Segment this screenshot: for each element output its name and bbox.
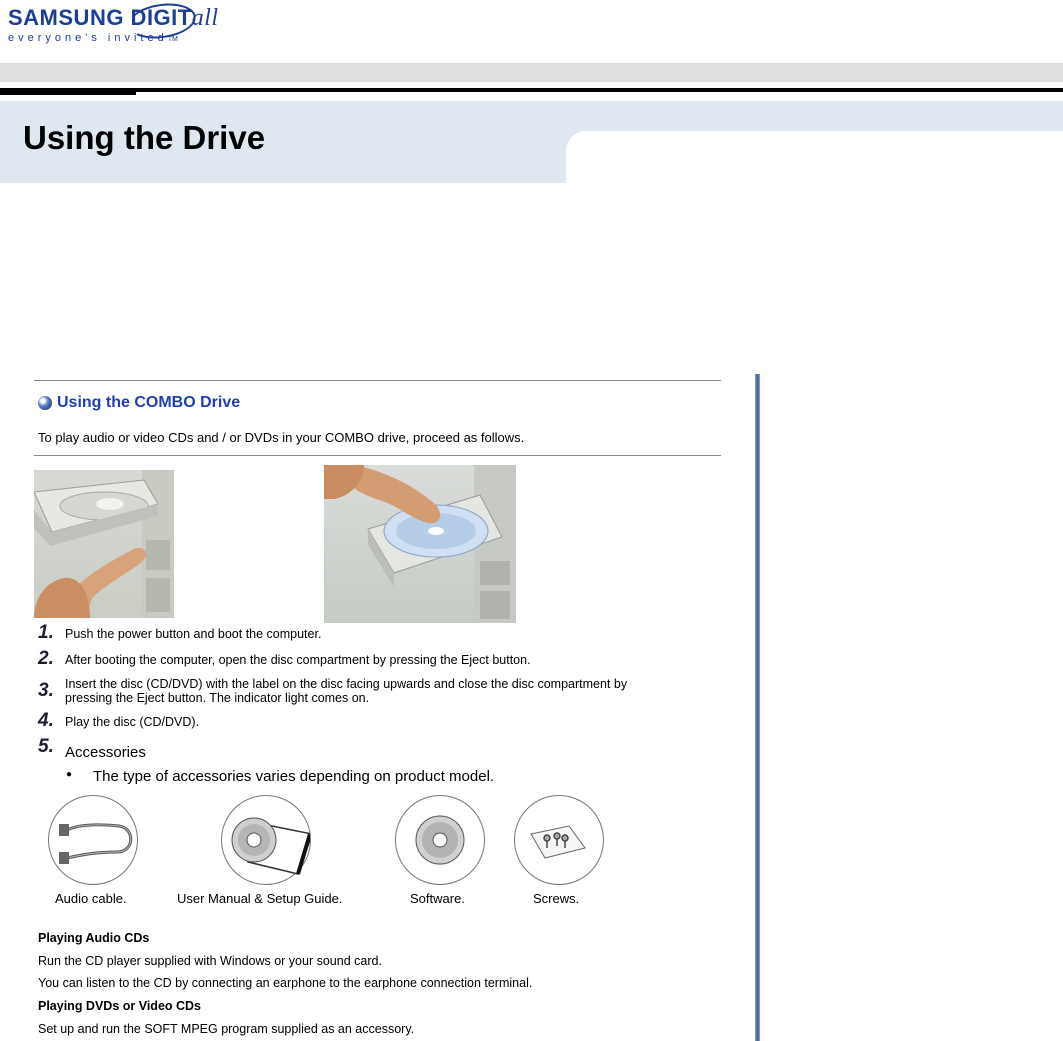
audio-cd-heading: Playing Audio CDs: [38, 931, 150, 945]
side-rule: [755, 374, 760, 1041]
step-1: 1. Push the power button and boot the co…: [38, 622, 718, 644]
section-title: Using the COMBO Drive: [57, 394, 241, 411]
bullet-ball-icon: [38, 396, 52, 410]
section-divider-bottom: [34, 455, 721, 456]
audio-cable-icon: [48, 795, 138, 885]
header-divider: [0, 88, 1063, 92]
step-3: 3. Insert the disc (CD/DVD) with the lab…: [38, 677, 718, 710]
accessory-label-screws: Screws.: [533, 891, 580, 906]
eject-button-photo: [34, 470, 174, 618]
accessory-label-audio-cable: Audio cable.: [55, 891, 127, 906]
step-number: 1.: [38, 622, 54, 643]
step-text: Insert the disc (CD/DVD) with the label …: [65, 677, 628, 691]
step-text: After booting the computer, open the dis…: [65, 653, 531, 667]
accessory-label-software: Software.: [410, 891, 465, 906]
title-banner-cutout: [566, 131, 1063, 183]
cd-manual-icon: [221, 795, 313, 885]
step-number: 3.: [38, 680, 54, 701]
video-cd-heading: Playing DVDs or Video CDs: [38, 999, 202, 1013]
section-intro: To play audio or video CDs and / or DVDs…: [38, 430, 525, 445]
page-title: Using the Drive: [23, 119, 266, 156]
step-4: 4. Play the disc (CD/DVD).: [38, 710, 718, 732]
step-text: Push the power button and boot the compu…: [65, 627, 322, 641]
accessories-note: The type of accessories varies depending…: [93, 768, 495, 785]
step-text: Play the disc (CD/DVD).: [65, 715, 200, 729]
bullet-dot-icon: ●: [66, 769, 73, 780]
step-number: 4.: [38, 710, 54, 731]
step-number: 5.: [38, 736, 54, 757]
samsung-logo: SAMSUNG DIGITall everyone's invitedTM: [8, 0, 219, 44]
audio-cd-line-2: You can listen to the CD by connecting a…: [38, 976, 533, 990]
step-number: 2.: [38, 648, 54, 669]
step-5: 5. Accessories: [38, 736, 718, 761]
logo-tm: TM: [167, 36, 178, 43]
step-text: Accessories: [65, 744, 146, 761]
section-heading: Using the COMBO Drive: [38, 394, 240, 412]
video-cd-line-1: Set up and run the SOFT MPEG program sup…: [38, 1022, 415, 1036]
step-2: 2. After booting the computer, open the …: [38, 648, 718, 670]
cd-icon: [395, 795, 485, 885]
audio-cd-line-1: Run the CD player supplied with Windows …: [38, 954, 382, 968]
insert-disc-photo: [324, 465, 516, 623]
accessory-label-manual: User Manual & Setup Guide.: [177, 891, 343, 906]
header-divider-accent: [0, 92, 136, 95]
step-text-line2: pressing the Eject button. The indicator…: [65, 691, 370, 705]
header-gray-band: [0, 63, 1063, 82]
section-divider-top: [34, 380, 721, 381]
screws-bag-icon: [514, 795, 604, 885]
